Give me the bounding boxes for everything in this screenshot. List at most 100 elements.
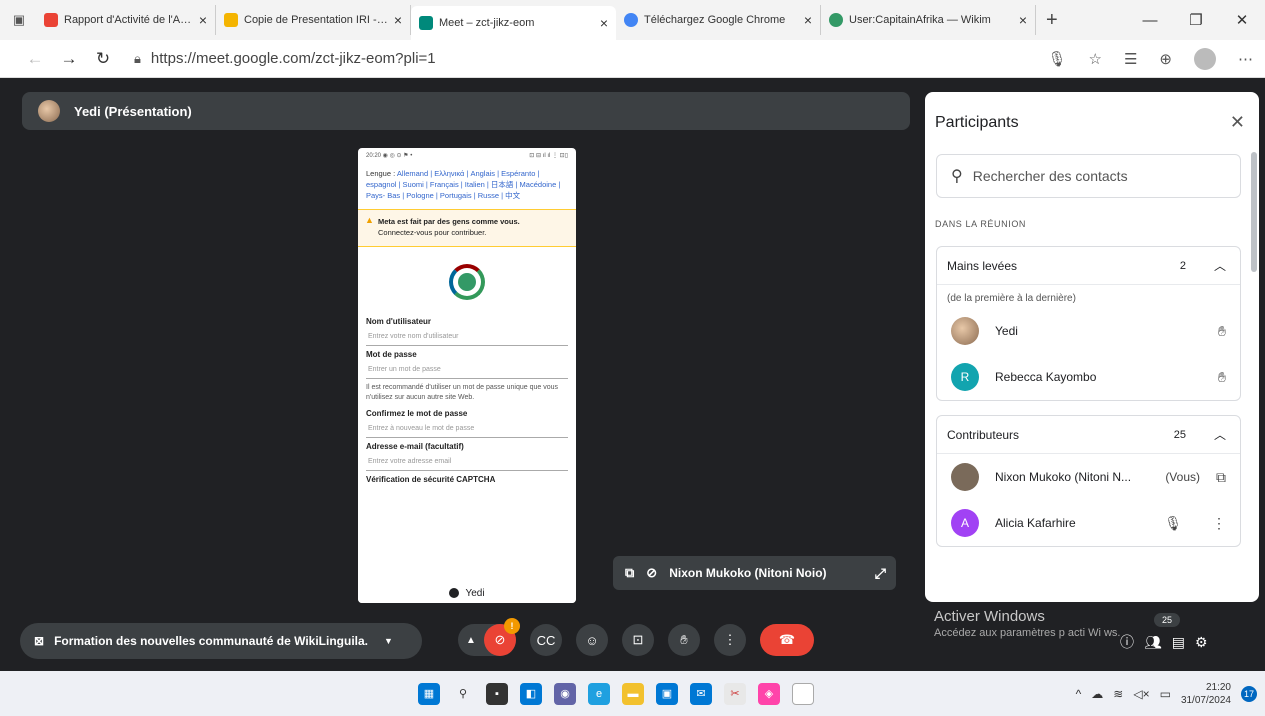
close-icon[interactable]: × — [600, 15, 608, 31]
raised-hands-group: Mains levées 2 ︿ (de la première à la de… — [936, 246, 1241, 401]
forward-arrow-icon[interactable]: → — [52, 49, 86, 69]
profile-avatar[interactable] — [1194, 48, 1216, 70]
present-icon[interactable]: ⧉ — [1216, 469, 1226, 486]
collections-icon[interactable]: ⊕ — [1159, 50, 1172, 68]
close-window-icon[interactable]: ✕ — [1219, 11, 1265, 29]
present-button[interactable]: ⊡ — [622, 624, 654, 656]
group-title: Mains levées — [947, 258, 1018, 273]
list-item[interactable]: R Rebecca Kayombo ✋︎ — [937, 354, 1240, 400]
chevron-up-icon[interactable]: ▲ — [458, 635, 484, 646]
search-icon[interactable]: ⚲ — [452, 683, 474, 705]
taskbar: ▦ ⚲ ▪ ◧ ◉ e ▬ ▣ ✉︎ ✂ ◈ ^ ☁︎ ≋ ◁× ▭ 21:20… — [0, 671, 1265, 716]
list-item[interactable]: Nixon Mukoko (Nitoni N... (Vous) ⧉ — [937, 454, 1240, 500]
paint-icon[interactable]: ✂ — [724, 682, 746, 705]
avatar: R — [951, 363, 979, 391]
tab-meet[interactable]: Meet – zct-jikz-eom × — [411, 6, 616, 40]
notification-badge[interactable]: 17 — [1241, 685, 1257, 702]
favorites-icon[interactable]: ☰ — [1124, 50, 1137, 68]
mail-icon[interactable]: ✉︎ — [690, 682, 712, 705]
people-count-badge: 25 — [1154, 613, 1180, 627]
edge-icon[interactable]: e — [588, 682, 610, 705]
widgets-icon[interactable]: ◧ — [520, 682, 542, 705]
chat-app-icon[interactable]: ◉ — [554, 682, 576, 705]
gmail-icon — [44, 13, 58, 27]
reload-icon[interactable]: ↻ — [86, 49, 120, 69]
tab-label: Copie de Presentation IRI - G — [244, 14, 388, 26]
raised-hand-icon[interactable]: ✋︎ — [1218, 369, 1226, 386]
more-icon[interactable]: ⋮ — [1212, 515, 1226, 532]
mic-permission-icon[interactable]: 🎙︎ — [1047, 50, 1066, 68]
close-icon[interactable]: × — [394, 12, 402, 28]
tab-wikimedia[interactable]: User:CapitainAfrika — Wikim × — [821, 5, 1036, 35]
close-icon[interactable]: ✕ — [1230, 112, 1245, 133]
list-item[interactable]: Yedi ✋︎ — [937, 308, 1240, 354]
close-icon[interactable]: × — [804, 12, 812, 28]
chevron-up-icon[interactable]: ︿ — [1214, 257, 1226, 274]
camera-off-icon: ⊘ — [646, 565, 658, 580]
password-field: Entrer un mot de passe — [366, 363, 568, 379]
onedrive-icon[interactable]: ☁︎ — [1091, 687, 1103, 701]
time: 21:20 — [1205, 681, 1231, 693]
volume-icon[interactable]: ◁× — [1133, 687, 1149, 701]
scrollbar[interactable] — [1251, 152, 1257, 272]
close-icon[interactable]: × — [1019, 12, 1027, 28]
meeting-title-chip[interactable]: ⊠ Formation des nouvelles communauté de … — [20, 623, 422, 659]
chevron-up-icon[interactable]: ︿ — [1214, 426, 1226, 443]
raise-hand-button[interactable]: ✋︎ — [668, 624, 700, 656]
tab-chrome[interactable]: Téléchargez Google Chrome × — [616, 5, 821, 35]
meeting-icon: ⊠ — [34, 634, 45, 648]
chrome-icon — [624, 13, 638, 27]
start-icon[interactable]: ▦ — [418, 682, 440, 705]
back-arrow-icon[interactable]: ← — [18, 49, 52, 69]
captions-button[interactable]: CC — [530, 624, 562, 656]
window-menu-icon[interactable]: ▣ — [8, 9, 30, 31]
raised-hands-header[interactable]: Mains levées 2 ︿ — [937, 247, 1240, 285]
confirm-label: Confirmez le mot de passe — [366, 409, 468, 418]
tab-presentation[interactable]: Copie de Presentation IRI - G × — [216, 5, 411, 35]
minimize-icon[interactable]: — — [1127, 12, 1173, 29]
status-left: 20:20 ◉ ◎ ⊙ ⚑ • — [366, 153, 413, 159]
activities-icon[interactable]: ⚙︎ — [1195, 634, 1208, 651]
add-favorite-icon[interactable]: ☆ — [1089, 50, 1102, 68]
leave-call-button[interactable]: ☎︎ — [760, 624, 814, 656]
info-icon[interactable]: ⓘ — [1120, 632, 1134, 652]
list-item[interactable]: A Alicia Kafarhire 🎙︎ ⋮ — [937, 500, 1240, 546]
chat-icon[interactable]: ▤ — [1172, 634, 1185, 651]
mic-off-icon[interactable]: 🎙︎ — [1164, 515, 1182, 532]
captcha-label: Vérification de sécurité CAPTCHA — [366, 475, 496, 484]
search-input[interactable]: ⚲ Rechercher des contacts — [936, 154, 1241, 198]
windows-activation-watermark: Activer Windows Accédez aux paramètres p… — [934, 608, 1120, 639]
notepad-icon[interactable] — [792, 682, 814, 705]
contributors-header[interactable]: Contributeurs 25 ︿ — [937, 416, 1240, 454]
participant-name: Alicia Kafarhire — [995, 516, 1076, 530]
camera-off-button[interactable]: ⊘ ! — [484, 618, 520, 656]
tab-rapport[interactable]: Rapport d'Activité de l'Atelie × — [36, 5, 216, 35]
present-icon: ⧉ — [625, 565, 635, 580]
window-controls: — ❐ ✕ — [1127, 0, 1265, 40]
media-icon[interactable]: ◈ — [758, 682, 780, 705]
emoji-button[interactable]: ☺ — [576, 624, 608, 656]
tab-label: User:CapitainAfrika — Wikim — [849, 14, 991, 26]
lock-icon[interactable]: 🔒︎ — [134, 51, 141, 67]
meet-stage: Yedi (Présentation) 20:20 ◉ ◎ ⊙ ⚑ • ⊡ ⊟ … — [0, 78, 1265, 671]
battery-icon[interactable]: ▭ — [1160, 687, 1171, 701]
restore-icon[interactable]: ❐ — [1173, 11, 1219, 29]
people-icon[interactable]: 👥︎ — [1144, 634, 1162, 651]
username-label: Nom d'utilisateur — [366, 317, 432, 326]
store-icon[interactable]: ▣ — [656, 682, 678, 705]
wifi-icon[interactable]: ≋ — [1113, 687, 1123, 701]
url-field[interactable]: 🔒︎ https://meet.google.com/zct-jikz-eom?… — [134, 50, 934, 67]
file-explorer-icon[interactable]: ▬ — [622, 682, 644, 705]
close-icon[interactable]: × — [199, 12, 207, 28]
task-view-icon[interactable]: ▪ — [486, 682, 508, 705]
more-options-button[interactable]: ⋮ — [714, 624, 746, 656]
presenter-footer: Yedi — [358, 583, 576, 603]
chevron-up-icon[interactable]: ^ — [1076, 687, 1082, 701]
expand-icon[interactable]: ⤢ — [875, 565, 886, 582]
new-tab-button[interactable]: + — [1036, 9, 1068, 32]
more-icon[interactable]: ⋯ — [1238, 50, 1253, 68]
status-right: ⊡ ⊟ ıl ıl ⋮ ⊡▯ — [529, 153, 568, 159]
clock[interactable]: 21:20 31/07/2024 — [1181, 681, 1231, 707]
pinned-participant-tile[interactable]: ⧉ ⊘ Nixon Mukoko (Nitoni Noio) ⤢ — [613, 556, 896, 590]
raised-hand-icon[interactable]: ✋︎ — [1218, 323, 1226, 340]
